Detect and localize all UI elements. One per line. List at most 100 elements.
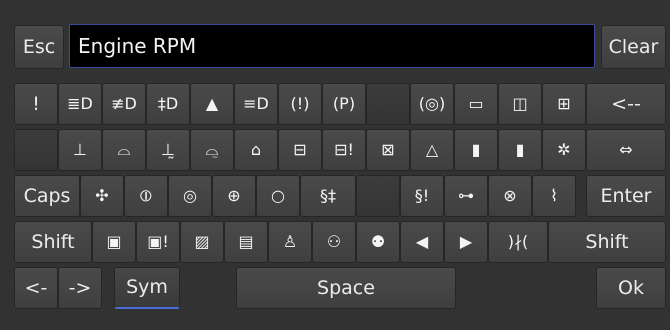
fuel-gauge-key[interactable]: ▣	[92, 221, 136, 263]
low-beam-key[interactable]: ≢D	[102, 83, 146, 125]
airbag-icon: ♙	[282, 232, 298, 251]
lane-assist-key[interactable]: )∤(	[488, 221, 548, 263]
water-in-fuel-key[interactable]: ⌇	[532, 175, 576, 217]
fuel-nozzle-key[interactable]: ▮	[454, 129, 498, 171]
tire-pressure-icon: (◎)	[418, 94, 446, 113]
tire-pressure-key[interactable]: (◎)	[410, 83, 454, 125]
brake-pad-key[interactable]: ⊕	[212, 175, 256, 217]
caps-key-key[interactable]: Caps	[14, 175, 80, 217]
cursor-right-key-key[interactable]: ->	[58, 267, 102, 309]
battery-icon: ⊟	[293, 140, 307, 159]
fuel-filter-key[interactable]: ▨	[180, 221, 224, 263]
glow-plug-icon: §‡	[320, 186, 336, 205]
battery-fault-key[interactable]: ⊠	[366, 129, 410, 171]
cursor-left-key-key[interactable]: <-	[14, 267, 58, 309]
fan-icon: ✣	[95, 186, 109, 205]
fog-light-icon: ‡D	[157, 94, 179, 113]
fuel-pump-key[interactable]: ▤	[224, 221, 268, 263]
fuel-gauge-icon: ▣	[106, 232, 122, 251]
cursor-right-key-label: ->	[68, 276, 92, 299]
exclamation-key-label: !	[32, 92, 40, 115]
battery-warning-icon: ⊟!	[334, 140, 354, 159]
sym-key-label: Sym	[126, 276, 168, 298]
abs-key[interactable]: ⦶	[124, 175, 168, 217]
coolant-level-key[interactable]: ⊥̰	[146, 129, 190, 171]
sym-key-key[interactable]: Sym	[114, 267, 180, 309]
blank-key-key[interactable]	[366, 83, 410, 125]
battery-warning-key[interactable]: ⊟!	[322, 129, 366, 171]
esc-key[interactable]: Esc	[14, 25, 64, 69]
arrow-left-icon: ◀	[415, 232, 429, 251]
low-fuel-key[interactable]: ▣!	[136, 221, 180, 263]
arrow-right-key[interactable]: ▶	[444, 221, 488, 263]
blank-key-key[interactable]	[356, 175, 400, 217]
ok-key-key[interactable]: Ok	[596, 267, 666, 309]
coolant-temp-icon: ⊥	[73, 140, 87, 159]
backspace-key-key[interactable]: <--	[586, 83, 666, 125]
traction-control-key[interactable]: ⊶	[444, 175, 488, 217]
shift-left-key-key[interactable]: Shift	[14, 221, 92, 263]
airbag-key[interactable]: ♙	[268, 221, 312, 263]
wiper-fluid-icon: ⇔	[619, 140, 633, 159]
hazard-warning-key[interactable]: ▲	[190, 83, 234, 125]
fluid-bottle-key[interactable]: ▮	[498, 129, 542, 171]
cursor-left-key-label: <-	[24, 276, 48, 299]
parking-light-icon: ≡D	[243, 94, 269, 113]
parking-brake-key[interactable]: (P)	[322, 83, 366, 125]
esc-key-label: Esc	[22, 35, 56, 58]
vehicle-skid-icon: ⚇	[326, 232, 342, 251]
glow-plug-warning-icon: §!	[414, 186, 430, 205]
brake-warning-key[interactable]: (!)	[278, 83, 322, 125]
shift-right-key-key[interactable]: Shift	[548, 221, 666, 263]
coolant-temp-key[interactable]: ⊥	[58, 129, 102, 171]
circle-icon: ○	[271, 186, 285, 205]
oil-pressure-key[interactable]: ⌓	[102, 129, 146, 171]
low-fuel-icon: ▣!	[147, 232, 169, 251]
fluid-bottle-icon: ▮	[515, 140, 525, 159]
exclamation-key-key[interactable]: !	[14, 83, 58, 125]
arrow-right-icon: ▶	[459, 232, 473, 251]
trunk-open-icon: ◫	[512, 94, 528, 113]
vehicle-skid-key[interactable]: ⚇	[312, 221, 356, 263]
battery-charge-key[interactable]: ⊞	[542, 83, 586, 125]
battery-charge-icon: ⊞	[557, 94, 571, 113]
circle-key[interactable]: ○	[256, 175, 300, 217]
space-key-key[interactable]: Space	[236, 267, 456, 309]
lane-assist-icon: )∤(	[507, 232, 529, 251]
abs-icon: ⦶	[140, 186, 152, 205]
shift-left-key-label: Shift	[31, 230, 75, 253]
warning-triangle-key[interactable]: △	[410, 129, 454, 171]
battery-key[interactable]: ⊟	[278, 129, 322, 171]
stability-off-key[interactable]: ⊗	[488, 175, 532, 217]
door-open-icon: ▭	[468, 94, 484, 113]
glow-plug-key[interactable]: §‡	[300, 175, 356, 217]
arrow-left-key[interactable]: ◀	[400, 221, 444, 263]
seatbelt-key[interactable]: ✲	[542, 129, 586, 171]
high-beam-key[interactable]: ≣D	[58, 83, 102, 125]
parking-light-key[interactable]: ≡D	[234, 83, 278, 125]
fuel-pump-icon: ▤	[238, 232, 254, 251]
low-beam-icon: ≢D	[111, 94, 137, 113]
display-value: Engine RPM	[78, 34, 197, 58]
wiper-fluid-key[interactable]: ⇔	[586, 129, 666, 171]
blank-key-key[interactable]	[14, 129, 58, 171]
water-in-fuel-icon: ⌇	[550, 186, 558, 205]
warning-triangle-icon: △	[425, 140, 439, 159]
fog-light-key[interactable]: ‡D	[146, 83, 190, 125]
door-open-key[interactable]: ▭	[454, 83, 498, 125]
oil-level-icon: ⌓̰	[205, 140, 219, 159]
fan-key[interactable]: ✣	[80, 175, 124, 217]
coolant-level-icon: ⊥̰	[161, 140, 175, 159]
shift-right-key-label: Shift	[585, 230, 629, 253]
keyboard-panel: Esc Engine RPM Clear ! ≣D ≢D ‡D ▲ ≡D (!) (P) (◎)…	[0, 0, 670, 330]
glow-plug-warning-key[interactable]: §!	[400, 175, 444, 217]
engine-check-key[interactable]: ⌂	[234, 129, 278, 171]
enter-key-key[interactable]: Enter	[586, 175, 666, 217]
text-display-input[interactable]: Engine RPM	[69, 24, 595, 68]
clear-key[interactable]: Clear	[601, 25, 666, 69]
oil-level-key[interactable]: ⌓̰	[190, 129, 234, 171]
oil-pressure-icon: ⌓	[117, 140, 131, 159]
tire-key[interactable]: ◎	[168, 175, 212, 217]
trunk-open-key[interactable]: ◫	[498, 83, 542, 125]
vehicle-skid-off-key[interactable]: ⚉	[356, 221, 400, 263]
